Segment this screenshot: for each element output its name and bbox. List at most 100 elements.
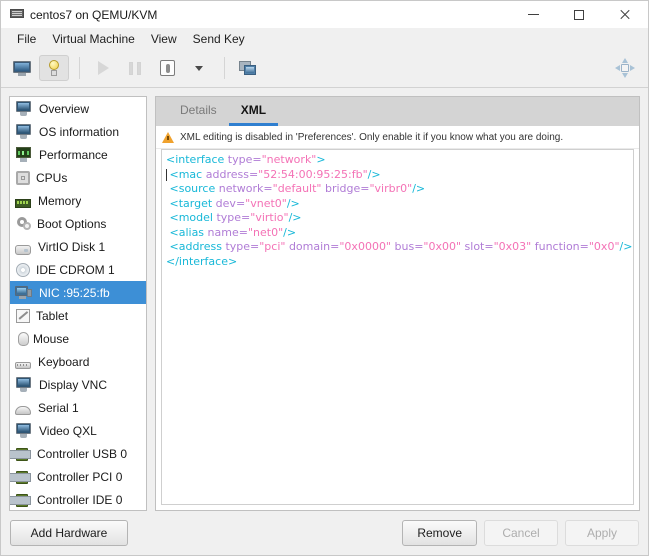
sidebar-item-cpus[interactable]: CPUs — [10, 166, 146, 189]
display-icon — [15, 377, 32, 392]
remove-button[interactable]: Remove — [402, 520, 477, 546]
menu-virtual-machine[interactable]: Virtual Machine — [44, 30, 143, 48]
keyboard-icon — [15, 362, 31, 369]
sidebar-item-label: VirtIO Disk 1 — [38, 239, 106, 254]
maximize-button[interactable] — [556, 1, 602, 28]
warning-triangle-icon — [162, 131, 174, 143]
xml-line: <target dev="vnet0"/> — [169, 196, 300, 210]
run-button[interactable] — [88, 55, 118, 81]
sidebar-item-label: Controller USB 0 — [37, 446, 128, 461]
sidebar-item-controller-ide-0[interactable]: Controller IDE 0 — [10, 488, 146, 510]
xml-line: </interface> — [166, 254, 238, 268]
menu-view[interactable]: View — [143, 30, 185, 48]
computer-icon — [15, 124, 32, 139]
xml-line: <alias name="net0"/> — [169, 225, 297, 239]
tablet-icon — [16, 308, 30, 323]
text-cursor — [166, 168, 167, 181]
sidebar-item-label: NIC :95:25:fb — [39, 285, 110, 300]
apply-button[interactable]: Apply — [565, 520, 639, 546]
add-hardware-button[interactable]: Add Hardware — [10, 520, 128, 546]
xml-warning-text: XML editing is disabled in 'Preferences'… — [180, 131, 564, 143]
sidebar-item-memory[interactable]: Memory — [10, 189, 146, 212]
sidebar-item-label: Video QXL — [39, 423, 97, 438]
sidebar-item-nic-95-25-fb[interactable]: NIC :95:25:fb — [10, 281, 146, 304]
content-area: Overview OS information Performance CPUs Mem… — [1, 88, 648, 511]
close-button[interactable] — [602, 1, 648, 28]
sidebar-item-label: Overview — [39, 101, 90, 116]
sidebar-item-label: Boot Options — [37, 216, 107, 231]
snapshots-button[interactable] — [233, 55, 263, 81]
menu-send-key[interactable]: Send Key — [185, 30, 253, 48]
close-icon — [619, 9, 631, 21]
sidebar-item-boot-options[interactable]: Boot Options — [10, 212, 146, 235]
sidebar-item-label: Tablet — [36, 308, 69, 323]
sidebar-item-label: IDE CDROM 1 — [36, 262, 115, 277]
sidebar-item-video-qxl[interactable]: Video QXL — [10, 419, 146, 442]
sidebar-item-tablet[interactable]: Tablet — [10, 304, 146, 327]
sidebar-item-controller-pci-0[interactable]: Controller PCI 0 — [10, 465, 146, 488]
window-title: centos7 on QEMU/KVM — [30, 7, 158, 22]
sidebar-item-ide-cdrom-1[interactable]: IDE CDROM 1 — [10, 258, 146, 281]
performance-icon — [15, 147, 32, 162]
sidebar-item-controller-usb-0[interactable]: Controller USB 0 — [10, 442, 146, 465]
menu-file[interactable]: File — [9, 30, 44, 48]
fullscreen-button[interactable] — [610, 55, 640, 81]
sidebar-item-label: Performance — [39, 147, 108, 162]
minimize-button[interactable] — [510, 1, 556, 28]
xml-line: <interface type="network"> — [166, 153, 326, 166]
toolbar — [1, 49, 648, 88]
sidebar-item-label: OS information — [39, 124, 120, 139]
cdrom-icon — [16, 262, 30, 277]
controller-icon — [10, 448, 31, 461]
gears-icon — [16, 216, 31, 231]
toolbar-separator-1 — [79, 57, 80, 79]
serial-port-icon — [15, 406, 31, 415]
shutdown-menu-button[interactable] — [184, 55, 214, 81]
sidebar-item-label: Controller PCI 0 — [37, 469, 123, 484]
expand-arrows-icon — [615, 58, 635, 78]
tab-details[interactable]: Details — [168, 97, 229, 126]
virt-manager-window: centos7 on QEMU/KVM File Virtual Machine… — [0, 0, 649, 556]
controller-icon — [10, 471, 31, 484]
sidebar-item-serial-1[interactable]: Serial 1 — [10, 396, 146, 419]
sidebar-item-label: Serial 1 — [38, 400, 79, 415]
sidebar-item-performance[interactable]: Performance — [10, 143, 146, 166]
tab-xml[interactable]: XML — [228, 97, 279, 126]
sidebar-item-virtio-disk-1[interactable]: VirtIO Disk 1 — [10, 235, 146, 258]
sidebar-item-mouse[interactable]: Mouse — [10, 327, 146, 350]
sidebar-item-overview[interactable]: Overview — [10, 97, 146, 120]
screens-icon — [239, 60, 257, 76]
sidebar-item-keyboard[interactable]: Keyboard — [10, 350, 146, 373]
controller-icon — [10, 494, 31, 507]
sidebar-item-label: Mouse — [33, 331, 70, 346]
show-details-button[interactable] — [39, 55, 69, 81]
sidebar-item-label: Display VNC — [39, 377, 108, 392]
xml-warning-bar: XML editing is disabled in 'Preferences'… — [156, 126, 639, 149]
title-bar-left: centos7 on QEMU/KVM — [1, 8, 510, 22]
disk-icon — [15, 244, 31, 255]
sidebar-item-os-information[interactable]: OS information — [10, 120, 146, 143]
xml-editor[interactable]: <interface type="network"> <mac address=… — [161, 149, 634, 505]
show-console-button[interactable] — [7, 55, 37, 81]
title-bar: centos7 on QEMU/KVM — [1, 1, 648, 28]
pause-button[interactable] — [120, 55, 150, 81]
footer-action-buttons: Remove Cancel Apply — [402, 520, 639, 546]
sidebar-item-label: Keyboard — [38, 354, 90, 369]
minimize-icon — [527, 14, 539, 15]
hardware-list[interactable]: Overview OS information Performance CPUs Mem… — [9, 96, 147, 511]
menu-bar: File Virtual Machine View Send Key — [1, 28, 648, 49]
monitor-icon — [13, 60, 31, 76]
pause-icon — [129, 61, 141, 75]
sidebar-item-display-vnc[interactable]: Display VNC — [10, 373, 146, 396]
maximize-icon — [574, 9, 584, 20]
xml-line: <address type="pci" domain="0x0000" bus=… — [169, 240, 633, 253]
shutdown-button[interactable] — [152, 55, 182, 81]
memory-icon — [15, 199, 31, 208]
sidebar-item-label: Controller IDE 0 — [37, 492, 123, 507]
cancel-button[interactable]: Cancel — [484, 520, 558, 546]
device-detail-panel: Details XML XML editing is disabled in '… — [155, 96, 640, 511]
sidebar-item-label: CPUs — [36, 170, 68, 185]
computer-icon — [15, 101, 32, 116]
mouse-icon — [18, 331, 29, 346]
power-icon — [159, 60, 175, 76]
